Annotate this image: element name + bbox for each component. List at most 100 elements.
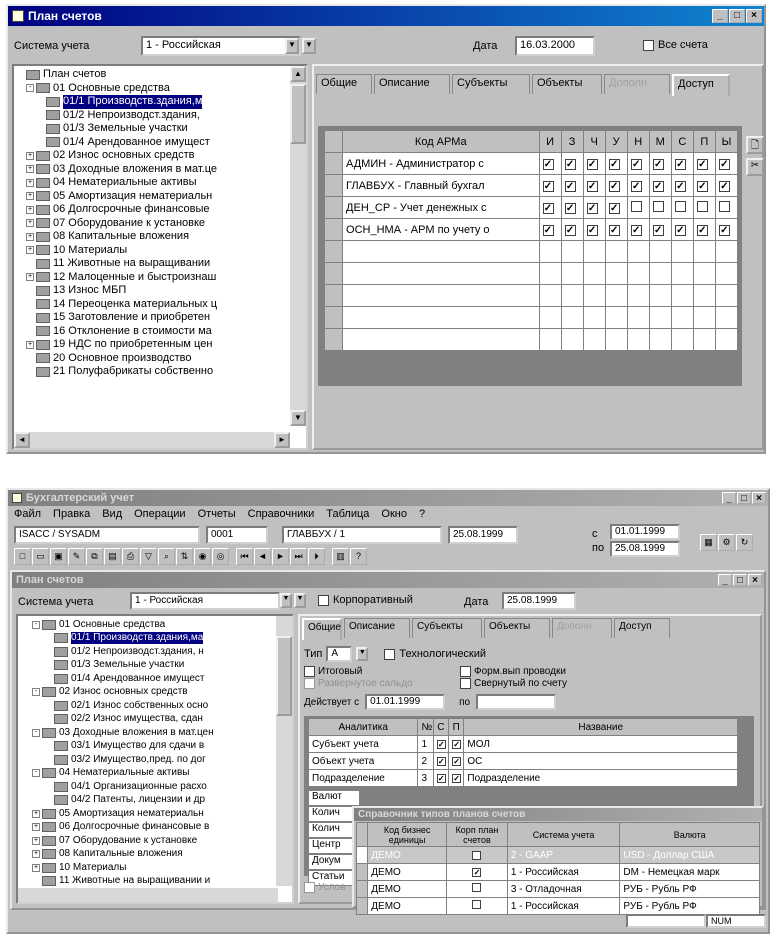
print-icon[interactable]: ⎙ [122,548,139,565]
period-from-field[interactable]: 01.01.1999 [610,524,680,540]
permission-cell[interactable]: ✓ [538,152,562,175]
permission-cell[interactable]: ✓ [670,152,694,175]
permission-checkbox[interactable]: ✓ [564,224,576,236]
tree-item[interactable]: 04/2 Патенты, лицензии и др [20,794,282,808]
corporate-flag-cell[interactable]: ✓ [446,863,508,881]
tab-5[interactable]: Доступ [672,74,730,96]
arm-code-cell[interactable]: АДМИН - Администратор с [342,152,540,175]
corporate-checkbox[interactable] [318,594,329,606]
expand-toggle-icon[interactable]: + [26,246,34,255]
inner-title-bar[interactable]: План счетов _ □ × [12,572,764,588]
close-icon[interactable]: × [748,574,762,586]
expand-toggle-icon[interactable]: + [32,809,40,818]
permission-cell[interactable]: ✓ [604,196,628,219]
scroll-down-icon[interactable]: ▼ [290,410,306,426]
permission-checkbox[interactable]: ✓ [608,180,620,192]
permission-checkbox[interactable]: ✓ [564,202,576,214]
menu-item[interactable]: Окно [381,508,407,520]
calculator-icon[interactable]: ▦ [700,534,717,551]
tree-item[interactable]: +08 Капитальные вложения [16,230,290,244]
tree-item[interactable]: +10 Материалы [16,244,290,258]
refresh-icon[interactable]: ↻ [736,534,753,551]
minimize-icon[interactable]: _ [712,9,728,23]
tree-item[interactable]: 15 Заготовление и приобретен [16,311,290,325]
row-selector[interactable] [355,863,369,881]
menu-item[interactable]: Справочники [248,508,315,520]
tree-item[interactable]: +05 Амортизация нематериальн [16,190,290,204]
business-unit-cell[interactable]: ДЕМО [367,846,448,864]
permission-checkbox[interactable] [674,200,686,212]
row-selector[interactable] [323,328,344,351]
permission-cell[interactable]: ✓ [538,174,562,197]
account-tree[interactable]: - 01 Основные средства 01/1 Производств.зд… [16,614,294,904]
corporate-flag-checkbox[interactable]: ✓ [472,867,482,877]
tree-item[interactable]: +07 Оборудование к установке [16,217,290,231]
flag-checkbox[interactable]: ✓ [452,739,462,749]
accounting-system-cell[interactable]: 2 - GAAP [506,846,621,864]
permission-cell[interactable]: ✓ [692,174,716,197]
tab-2[interactable]: Субъекты [412,618,482,638]
analytics-name-cell[interactable]: Субъект учета [307,735,419,753]
tree-item[interactable]: - 03 Доходные вложения в мат.цен [20,726,282,740]
table-row[interactable]: ДЕМО ✓ 2 - GAAP USD - Доллар США [355,846,760,864]
analytics-title-cell[interactable]: ОС [463,752,738,770]
row-selector[interactable] [355,897,369,915]
flag-cell[interactable]: ✓ [432,735,450,753]
corporate-flag-checkbox[interactable]: ✓ [472,850,482,860]
expand-toggle-icon[interactable]: + [26,165,34,174]
tree-item[interactable]: 01/3 Земельные участки [20,659,282,673]
collapsed-checkbox[interactable] [460,678,471,689]
last-record-icon[interactable]: ⏭ [290,548,307,565]
arm-code-cell[interactable]: ДЕН_СР - Учет денежных с [342,196,540,219]
scroll-left-icon[interactable]: ◄ [14,432,30,448]
tab-2[interactable]: Субъекты [452,74,530,94]
menu-item[interactable]: Операции [134,508,185,520]
table-row[interactable]: Объект учета 2 ✓ ✓ ОС [307,752,738,770]
open-icon[interactable]: ▭ [32,548,49,565]
corporate-flag-checkbox[interactable] [472,883,482,892]
tree-item[interactable]: 02/2 Износ имущества, сдан [20,713,282,727]
permission-cell[interactable]: ✓ [582,218,606,241]
tree-item[interactable]: 11 Животные на выращивании [16,257,290,271]
permission-cell[interactable]: ✓ [626,152,650,175]
menu-item[interactable]: Таблица [326,508,369,520]
flag-checkbox[interactable]: ✓ [436,739,446,749]
chevron-down-icon[interactable]: ▼ [285,38,299,54]
permission-checkbox[interactable]: ✓ [586,224,598,236]
accounting-system-cell[interactable]: 3 - Отладочная [506,880,621,898]
row-selector[interactable] [323,196,344,219]
close-icon[interactable]: × [752,492,766,504]
permission-checkbox[interactable]: ✓ [630,224,642,236]
tree-item[interactable]: 01/2 Непроизводст.здания, [16,109,290,123]
total-checkbox[interactable] [304,666,315,677]
arm-code-cell[interactable]: ОСН_НМА - АРМ по учету о [342,218,540,241]
tree-item[interactable]: 03/2 Имущество,пред. по дог [20,753,282,767]
expanded-balance-checkbox[interactable] [304,678,315,689]
table-row[interactable]: Субъект учета 1 ✓ ✓ МОЛ [307,735,738,753]
permission-checkbox[interactable]: ✓ [630,158,642,170]
corporate-flag-cell[interactable] [446,880,508,898]
options-icon[interactable]: ◎ [212,548,229,565]
permission-cell[interactable]: ✓ [714,152,739,175]
tree-item[interactable]: +07 Оборудование к установке [20,834,282,848]
accounting-system-select[interactable]: 1 - Российская [130,592,280,610]
popup-title-bar[interactable]: Справочник типов планов счетов [354,808,762,821]
permission-cell[interactable] [626,196,650,219]
permission-cell[interactable]: ✓ [648,174,672,197]
tab-4[interactable]: Дополн [604,74,670,94]
permission-cell[interactable]: ✓ [604,174,628,197]
row-selector[interactable] [323,262,344,285]
tree-item[interactable]: План счетов [16,68,290,82]
permission-cell[interactable]: ✓ [648,218,672,241]
expand-toggle-icon[interactable]: + [26,232,34,241]
valid-from-field[interactable]: 01.01.1999 [365,694,446,710]
condition-checkbox[interactable] [304,882,315,893]
analytics-name-cell[interactable]: Валют [308,790,360,806]
permission-checkbox[interactable]: ✓ [608,202,620,214]
expand-toggle-icon[interactable]: + [32,823,40,832]
permission-cell[interactable] [714,196,739,219]
flag-cell[interactable]: ✓ [448,752,465,770]
table-row[interactable]: ДЕМО 3 - Отладочная РУБ - Рубль РФ [355,880,760,898]
maximize-icon[interactable]: □ [729,9,745,23]
new-record-icon[interactable]: 🗋 [746,136,764,154]
